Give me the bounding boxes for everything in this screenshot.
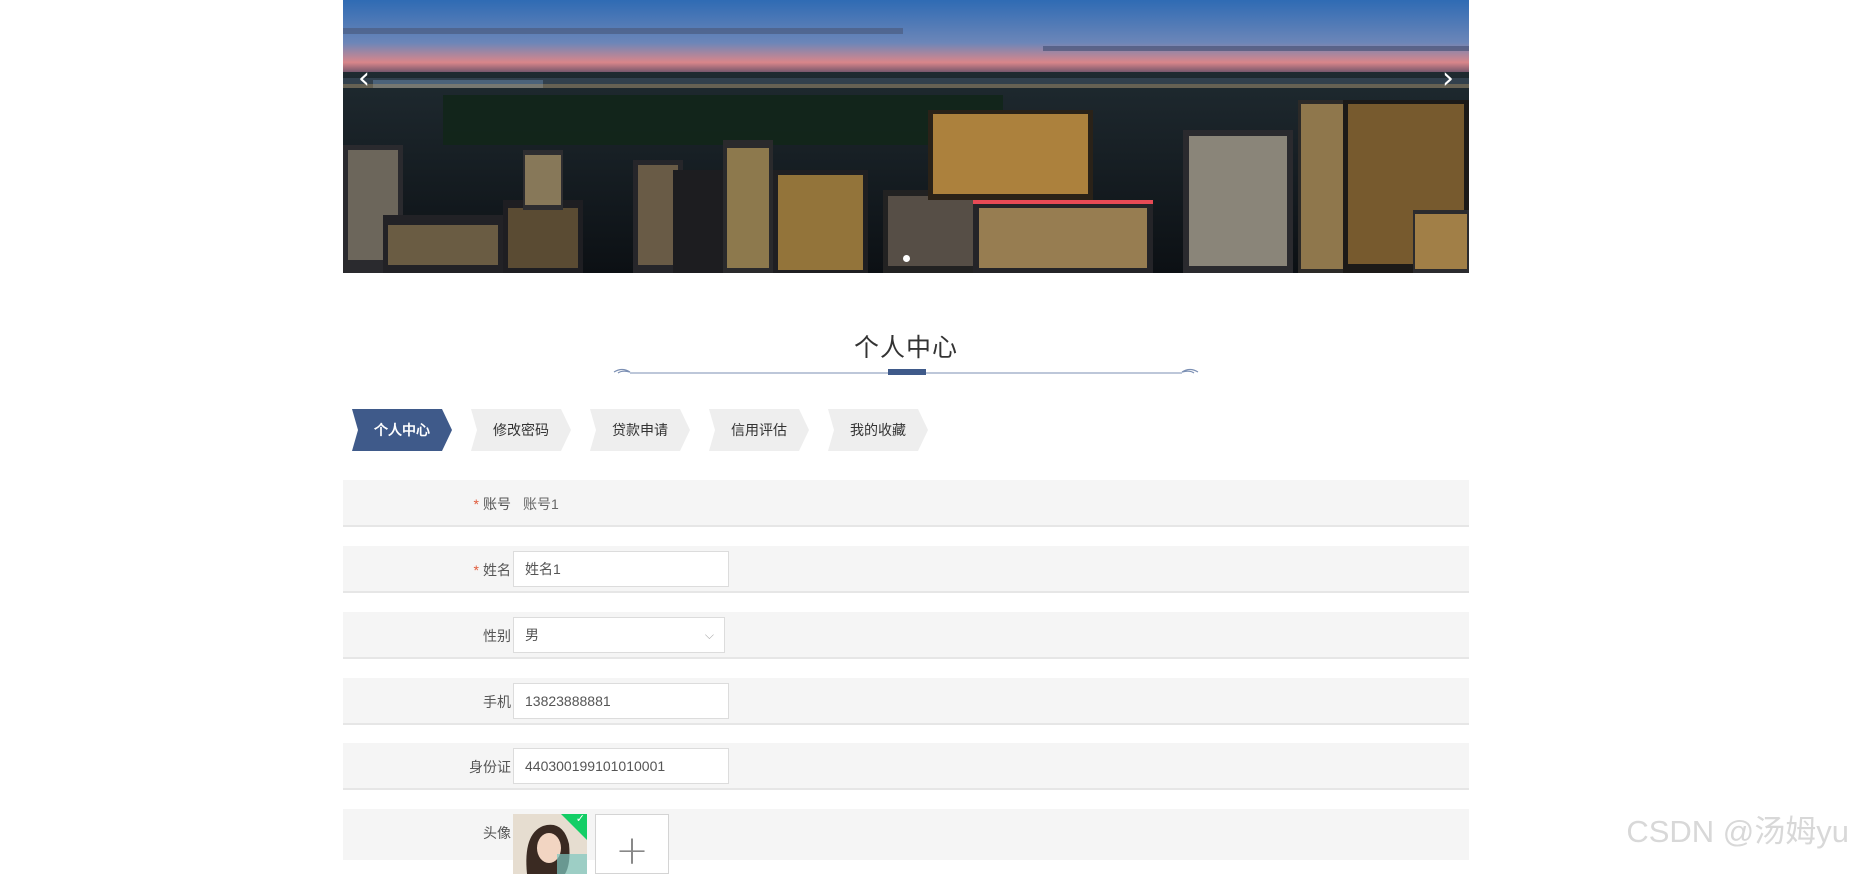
phone-label: 手机: [483, 694, 511, 710]
upload-avatar-button[interactable]: +: [595, 814, 669, 874]
tab-personal-center[interactable]: 个人中心: [352, 409, 452, 451]
avatar-label: 头像: [483, 825, 511, 841]
account-label: * 账号: [473, 496, 511, 512]
chevron-right-icon: ›: [1442, 61, 1454, 96]
banner-next-arrow[interactable]: ›: [1435, 62, 1461, 96]
account-value: 账号1: [523, 496, 559, 512]
form-row-account: * 账号 账号1: [343, 480, 1469, 527]
chevron-left-icon: ‹: [358, 61, 370, 96]
watermark: CSDN @汤姆yu: [1626, 814, 1849, 849]
banner-carousel[interactable]: ‹ ›: [343, 0, 1469, 273]
tab-credit-assessment[interactable]: 信用评估: [709, 409, 809, 451]
idcard-label: 身份证: [469, 759, 511, 775]
tab-loan-application[interactable]: 贷款申请: [590, 409, 690, 451]
banner-prev-arrow[interactable]: ‹: [351, 62, 377, 96]
city-night-image: [343, 0, 1469, 273]
chevron-down-icon: ⌵: [704, 628, 714, 642]
check-icon: ✓: [575, 814, 585, 825]
form-row-avatar: 头像 ✓ +: [343, 809, 1469, 874]
gender-label: 性别: [483, 628, 511, 644]
avatar-thumbnail[interactable]: ✓: [513, 814, 587, 874]
name-input[interactable]: 姓名1: [513, 551, 729, 587]
banner-indicator-dot[interactable]: [902, 255, 910, 262]
gender-select[interactable]: 男 ⌵: [513, 617, 725, 653]
tab-change-password[interactable]: 修改密码: [471, 409, 571, 451]
gender-select-value: 男: [525, 627, 539, 643]
plus-icon: +: [615, 828, 649, 874]
title-divider-ornament: [613, 368, 1199, 375]
idcard-input[interactable]: 440300199101010001: [513, 748, 729, 784]
form-row-name: * 姓名 姓名1: [343, 546, 1469, 593]
form-row-idcard: 身份证 440300199101010001: [343, 743, 1469, 790]
form-row-phone: 手机 13823888881: [343, 678, 1469, 725]
phone-input[interactable]: 13823888881: [513, 683, 729, 719]
tab-my-favorites[interactable]: 我的收藏: [828, 409, 928, 451]
page-title: 个人中心: [853, 334, 958, 362]
form-row-gender: 性别 男 ⌵: [343, 612, 1469, 659]
name-label: * 姓名: [473, 562, 511, 578]
banner-indicators: [343, 255, 1469, 262]
